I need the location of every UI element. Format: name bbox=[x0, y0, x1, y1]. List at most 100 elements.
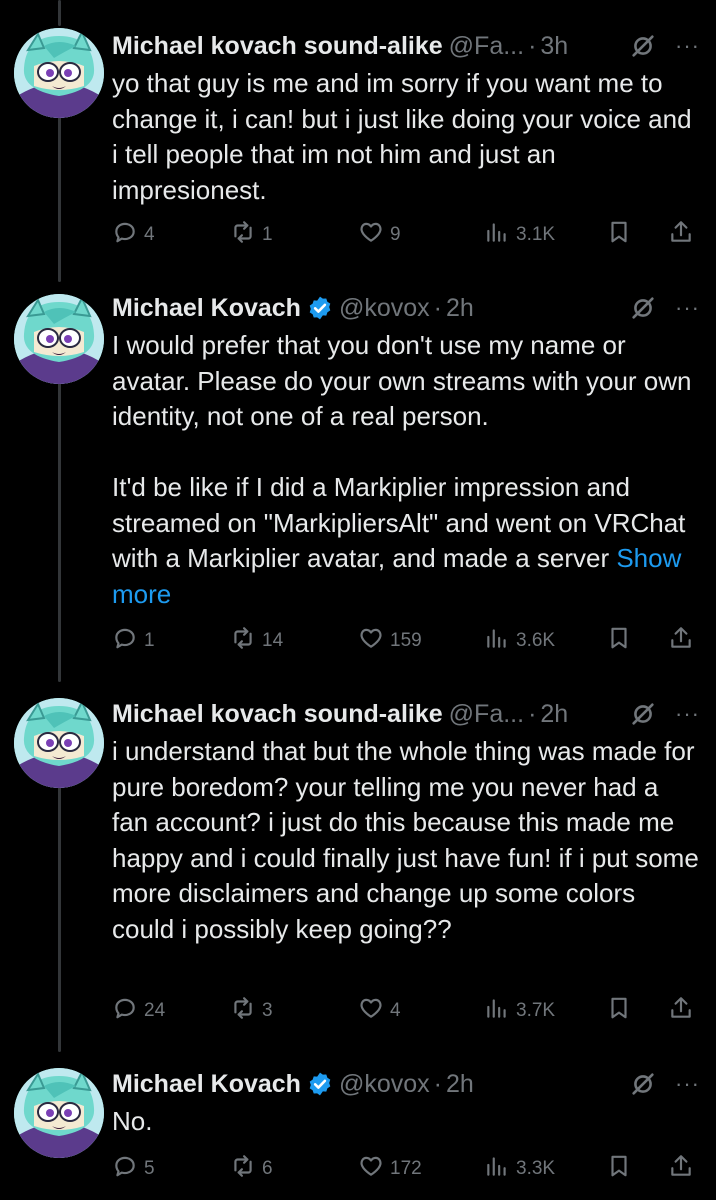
tweet-header: Michael Kovach @kovox · 2h bbox=[112, 1066, 700, 1102]
timestamp[interactable]: 2h bbox=[540, 700, 568, 729]
tweet-header: Michael kovach sound-alike @Fa... · 3h bbox=[112, 28, 700, 64]
like-count: 159 bbox=[390, 630, 422, 651]
repost-icon bbox=[230, 995, 256, 1027]
author-name[interactable]: Michael Kovach bbox=[112, 294, 301, 323]
like-button[interactable]: 159 bbox=[358, 626, 422, 656]
repost-button[interactable]: 14 bbox=[230, 626, 283, 656]
tweet[interactable]: Michael kovach sound-alike @Fa... · 3h ·… bbox=[0, 24, 716, 274]
reply-icon bbox=[112, 219, 138, 251]
like-button[interactable]: 172 bbox=[358, 1154, 422, 1184]
avatar[interactable] bbox=[14, 1068, 104, 1158]
grok-icon[interactable] bbox=[629, 32, 657, 60]
repost-icon bbox=[230, 1153, 256, 1185]
tweet-header: Michael kovach sound-alike @Fa... · 2h bbox=[112, 696, 700, 732]
grok-icon[interactable] bbox=[629, 1070, 657, 1098]
views-icon bbox=[484, 1153, 510, 1185]
action-bar: 5 6 172 3.3K bbox=[0, 1154, 716, 1184]
like-button[interactable]: 4 bbox=[358, 996, 401, 1026]
like-count: 9 bbox=[390, 224, 401, 245]
author-handle[interactable]: @Fa... bbox=[449, 32, 524, 61]
views-count: 3.1K bbox=[516, 224, 556, 245]
separator: · bbox=[433, 293, 442, 322]
grok-icon[interactable] bbox=[629, 700, 657, 728]
tweet-text: No. bbox=[112, 1104, 700, 1140]
bookmark-button[interactable] bbox=[606, 220, 632, 250]
reply-icon bbox=[112, 1153, 138, 1185]
separator: · bbox=[528, 699, 537, 728]
like-count: 4 bbox=[390, 1000, 401, 1021]
reply-button[interactable]: 5 bbox=[112, 1154, 155, 1184]
views-count: 3.7K bbox=[516, 1000, 556, 1021]
reply-count: 4 bbox=[144, 224, 155, 245]
reply-icon bbox=[112, 995, 138, 1027]
reply-icon bbox=[112, 625, 138, 657]
bookmark-button[interactable] bbox=[606, 1154, 632, 1184]
action-bar: 1 14 159 3.6K bbox=[0, 626, 716, 656]
repost-count: 1 bbox=[262, 224, 273, 245]
like-count: 172 bbox=[390, 1158, 422, 1179]
bookmark-button[interactable] bbox=[606, 996, 632, 1026]
reply-count: 5 bbox=[144, 1158, 155, 1179]
like-button[interactable]: 9 bbox=[358, 220, 401, 250]
reply-button[interactable]: 1 bbox=[112, 626, 155, 656]
views-icon bbox=[484, 625, 510, 657]
timestamp[interactable]: 3h bbox=[540, 32, 568, 61]
like-icon bbox=[358, 995, 384, 1027]
views-button[interactable]: 3.3K bbox=[484, 1154, 555, 1184]
author-name[interactable]: Michael kovach sound-alike bbox=[112, 700, 443, 729]
reply-button[interactable]: 24 bbox=[112, 996, 165, 1026]
more-icon[interactable]: ··· bbox=[675, 703, 700, 725]
reply-button[interactable]: 4 bbox=[112, 220, 155, 250]
author-handle[interactable]: @kovox bbox=[339, 294, 430, 323]
repost-button[interactable]: 3 bbox=[230, 996, 273, 1026]
share-icon bbox=[668, 625, 694, 657]
share-button[interactable] bbox=[668, 220, 694, 250]
more-icon[interactable]: ··· bbox=[675, 1073, 700, 1095]
tweet-header: Michael Kovach @kovox · 2h bbox=[112, 290, 700, 326]
views-button[interactable]: 3.7K bbox=[484, 996, 555, 1026]
share-button[interactable] bbox=[668, 996, 694, 1026]
views-icon bbox=[484, 995, 510, 1027]
tweet-text-body: i understand that but the whole thing wa… bbox=[112, 736, 707, 944]
timestamp[interactable]: 2h bbox=[446, 1070, 474, 1099]
timestamp[interactable]: 2h bbox=[446, 294, 474, 323]
bookmark-button[interactable] bbox=[606, 626, 632, 656]
bookmark-icon bbox=[606, 625, 632, 657]
repost-icon bbox=[230, 219, 256, 251]
tweet-text: I would prefer that you don't use my nam… bbox=[112, 328, 700, 612]
more-icon[interactable]: ··· bbox=[675, 35, 700, 57]
tweet[interactable]: Michael Kovach @kovox · 2h ··· I would p… bbox=[0, 290, 716, 680]
author-handle[interactable]: @Fa... bbox=[449, 700, 524, 729]
more-icon[interactable]: ··· bbox=[675, 297, 700, 319]
tweet-text-body: No. bbox=[112, 1106, 153, 1136]
tweet-text: yo that guy is me and im sorry if you wa… bbox=[112, 66, 700, 208]
tweet[interactable]: Michael Kovach @kovox · 2h ··· No. 5 6 1… bbox=[0, 1064, 716, 1200]
repost-icon bbox=[230, 625, 256, 657]
bookmark-icon bbox=[606, 1153, 632, 1185]
repost-count: 3 bbox=[262, 1000, 273, 1021]
grok-icon[interactable] bbox=[629, 294, 657, 322]
repost-button[interactable]: 1 bbox=[230, 220, 273, 250]
author-name[interactable]: Michael Kovach bbox=[112, 1070, 301, 1099]
like-icon bbox=[358, 625, 384, 657]
author-name[interactable]: Michael kovach sound-alike bbox=[112, 32, 443, 61]
separator: · bbox=[528, 31, 537, 60]
separator: · bbox=[433, 1069, 442, 1098]
share-icon bbox=[668, 995, 694, 1027]
share-icon bbox=[668, 1153, 694, 1185]
views-button[interactable]: 3.1K bbox=[484, 220, 555, 250]
bookmark-icon bbox=[606, 219, 632, 251]
tweet[interactable]: Michael kovach sound-alike @Fa... · 2h ·… bbox=[0, 694, 716, 1044]
avatar[interactable] bbox=[14, 294, 104, 384]
share-button[interactable] bbox=[668, 626, 694, 656]
views-icon bbox=[484, 219, 510, 251]
avatar[interactable] bbox=[14, 28, 104, 118]
author-handle[interactable]: @kovox bbox=[339, 1070, 430, 1099]
share-icon bbox=[668, 219, 694, 251]
views-button[interactable]: 3.6K bbox=[484, 626, 555, 656]
repost-button[interactable]: 6 bbox=[230, 1154, 273, 1184]
views-count: 3.3K bbox=[516, 1158, 556, 1179]
avatar[interactable] bbox=[14, 698, 104, 788]
thread-line bbox=[58, 0, 61, 26]
share-button[interactable] bbox=[668, 1154, 694, 1184]
